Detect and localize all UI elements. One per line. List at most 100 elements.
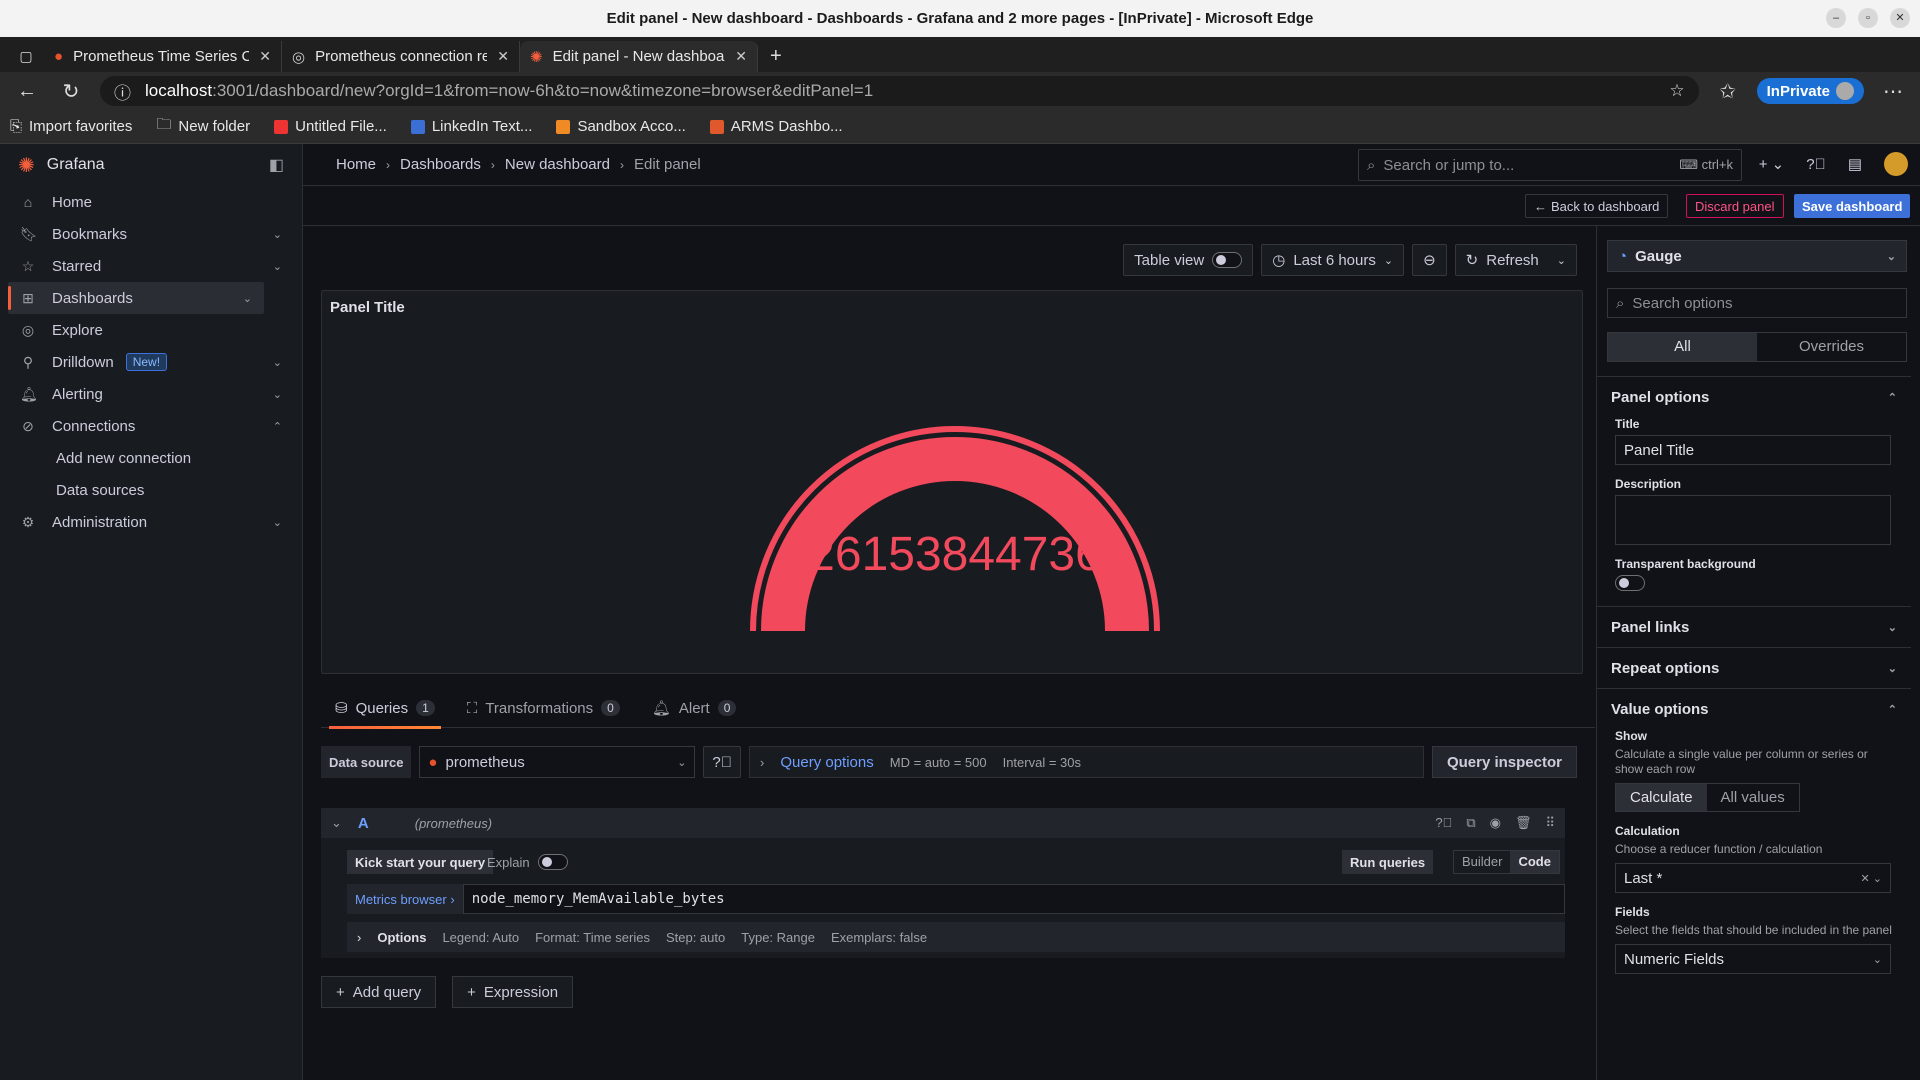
refresh-button[interactable]: ↻ Refresh ⌄	[1454, 244, 1577, 276]
panel-options-header[interactable]: Panel options ⌃	[1597, 377, 1911, 417]
breadcrumb-home[interactable]: Home	[336, 156, 376, 173]
datasource-picker[interactable]: ● prometheus ⌄	[419, 746, 696, 778]
minimize-button[interactable]: –	[1826, 8, 1846, 28]
chevron-down-icon[interactable]: ⌄	[273, 356, 282, 369]
toggle-switch[interactable]	[1212, 252, 1243, 268]
grafana-logo-icon[interactable]: ✺	[18, 153, 35, 178]
chevron-down-icon[interactable]: ⌄	[243, 292, 252, 305]
chevron-down-icon[interactable]: ⌄	[273, 260, 282, 273]
add-query-button[interactable]: + Add query	[321, 976, 437, 1008]
drag-handle-icon[interactable]: ⠿	[1545, 815, 1555, 831]
datasource-help-button[interactable]: ?⃝	[703, 746, 742, 778]
kick-start-button[interactable]: Kick start your query	[347, 850, 494, 874]
browser-tab-3[interactable]: ✺ Edit panel - New dashboar ✕	[520, 41, 758, 72]
chevron-down-icon[interactable]: ⌄	[273, 388, 282, 401]
add-expression-button[interactable]: + Expression	[452, 976, 574, 1008]
query-options-link[interactable]: Query options	[780, 754, 873, 771]
query-options[interactable]: › Query options MD = auto = 500 Interval…	[749, 746, 1424, 778]
sidebar-item-data-sources[interactable]: Data sources	[0, 474, 302, 506]
bookmark-sandbox[interactable]: Sandbox Acco...	[556, 118, 686, 135]
help-icon[interactable]: ?⃝	[1435, 815, 1452, 831]
sidebar-item-starred[interactable]: ☆ Starred ⌄	[8, 250, 294, 282]
info-icon[interactable]: ⓘ	[114, 79, 131, 104]
bookmark-arms[interactable]: ARMS Dashbo...	[709, 118, 843, 135]
sidebar-item-explore[interactable]: ◎ Explore	[8, 314, 294, 346]
close-tab-icon[interactable]: ✕	[497, 48, 509, 65]
chevron-up-icon[interactable]: ⌃	[273, 420, 282, 433]
calculate-option[interactable]: Calculate	[1616, 784, 1707, 811]
tab-actions-icon[interactable]: ▢	[8, 41, 44, 72]
breadcrumb-dashboards[interactable]: Dashboards	[400, 156, 481, 173]
metrics-browser-button[interactable]: Metrics browser ›	[347, 884, 463, 914]
zoom-out-button[interactable]: ⊖	[1412, 244, 1447, 276]
trash-icon[interactable]: 🗑︎	[1515, 815, 1532, 831]
sidebar-item-administration[interactable]: ⚙ Administration ⌄	[8, 506, 294, 538]
table-view-toggle[interactable]: Table view	[1123, 244, 1254, 276]
sidebar-item-connections[interactable]: ⊘ Connections ⌃	[8, 410, 294, 442]
all-values-option[interactable]: All values	[1707, 784, 1799, 811]
avatar[interactable]	[1884, 152, 1908, 176]
promql-input[interactable]: node_memory_MemAvailable_bytes	[462, 884, 1565, 914]
time-range-picker[interactable]: ◷ Last 6 hours ⌄	[1261, 244, 1405, 276]
sidebar-item-bookmarks[interactable]: 🔖︎ Bookmarks ⌄	[8, 218, 294, 250]
sidebar-item-drilldown[interactable]: ⚲ Drilldown New! ⌄	[8, 346, 294, 378]
transparent-toggle[interactable]	[1615, 575, 1645, 591]
sidebar-item-add-new-connection[interactable]: Add new connection	[0, 442, 302, 474]
browser-tab-2[interactable]: ◎ Prometheus connection re ✕	[282, 41, 520, 72]
back-icon[interactable]: ←	[12, 80, 42, 103]
inprivate-button[interactable]: InPrivate	[1756, 78, 1864, 104]
bookmark-untitled-file[interactable]: Untitled File...	[274, 118, 387, 135]
add-menu-icon[interactable]: + ⌄	[1759, 155, 1785, 173]
breadcrumb-new-dashboard[interactable]: New dashboard	[505, 156, 610, 173]
query-options-row[interactable]: › Options Legend: Auto Format: Time seri…	[347, 922, 1565, 952]
sidebar-item-dashboards[interactable]: ⊞ Dashboards ⌄	[8, 282, 264, 314]
sidebar-item-alerting[interactable]: 🔔︎ Alerting ⌄	[8, 378, 294, 410]
duplicate-icon[interactable]: ⧉	[1466, 815, 1475, 831]
builder-mode-button[interactable]: Builder	[1454, 851, 1510, 873]
discard-panel-button[interactable]: Discard panel	[1686, 194, 1784, 218]
tab-overrides[interactable]: Overrides	[1757, 333, 1906, 361]
more-menu-icon[interactable]: ⋯	[1878, 79, 1908, 104]
chevron-down-icon[interactable]: ⌄	[273, 516, 282, 529]
bookmark-new-folder[interactable]: 🗀 New folder	[156, 114, 250, 139]
value-options-header[interactable]: Value options ⌃	[1597, 689, 1911, 729]
tab-all[interactable]: All	[1608, 333, 1757, 361]
tab-transformations[interactable]: ⛶ Transformations 0	[461, 688, 626, 728]
chevron-down-icon[interactable]: ⌄	[273, 228, 282, 241]
close-tab-icon[interactable]: ✕	[259, 48, 271, 65]
explain-toggle[interactable]: Explain	[487, 850, 568, 874]
eye-icon[interactable]: ◉	[1490, 815, 1501, 831]
clear-chevron-icon[interactable]: ✕ ⌄	[1861, 872, 1883, 885]
query-row-header[interactable]: ⌄ A (prometheus) ?⃝ ⧉ ◉ 🗑︎ ⠿	[321, 808, 1565, 838]
repeat-options-header[interactable]: Repeat options ⌄	[1597, 648, 1911, 688]
help-icon[interactable]: ?⃝	[1806, 156, 1826, 173]
sidebar-item-home[interactable]: ⌂ Home	[8, 186, 294, 218]
query-inspector-button[interactable]: Query inspector	[1431, 746, 1577, 778]
url-field[interactable]: ⓘ localhost:3001/dashboard/new?orgId=1&f…	[100, 76, 1699, 106]
toggle-switch[interactable]	[537, 854, 568, 870]
save-dashboard-button[interactable]: Save dashboard	[1794, 194, 1911, 218]
dock-menu-icon[interactable]: ◧	[269, 155, 284, 175]
search-input[interactable]: ⌕ Search or jump to... ⌨ ctrl+k	[1358, 149, 1742, 181]
collapse-chevron-icon[interactable]: ⌄	[331, 815, 342, 831]
code-mode-button[interactable]: Code	[1510, 851, 1559, 873]
fields-select[interactable]: Numeric Fields ⌄	[1615, 944, 1891, 974]
gauge-panel[interactable]: Panel Title 26153844736	[321, 290, 1583, 674]
browser-tab-1[interactable]: ● Prometheus Time Series C ✕	[44, 41, 282, 72]
options-search-input[interactable]: ⌕ Search options	[1607, 288, 1907, 318]
query-refid[interactable]: A	[358, 815, 369, 832]
title-input[interactable]: Panel Title	[1615, 435, 1891, 465]
calculation-select[interactable]: Last * ✕ ⌄	[1615, 863, 1891, 893]
chevron-down-icon[interactable]: ⌄	[1557, 254, 1566, 267]
close-tab-icon[interactable]: ✕	[735, 48, 747, 65]
panel-links-header[interactable]: Panel links ⌄	[1597, 607, 1911, 647]
close-window-button[interactable]: ✕	[1890, 8, 1910, 28]
tab-queries[interactable]: ⛁ Queries 1	[329, 688, 441, 729]
maximize-button[interactable]: ▫	[1858, 8, 1878, 28]
favorites-icon[interactable]: ✩	[1713, 79, 1743, 104]
back-to-dashboard-button[interactable]: ← Back to dashboard	[1525, 194, 1669, 218]
new-tab-button[interactable]: +	[758, 41, 794, 72]
run-queries-button[interactable]: Run queries	[1342, 850, 1434, 874]
visualization-picker[interactable]: ◔ Gauge ⌄	[1607, 240, 1907, 272]
bookmark-import-favorites[interactable]: ⎘ Import favorites	[10, 118, 132, 135]
